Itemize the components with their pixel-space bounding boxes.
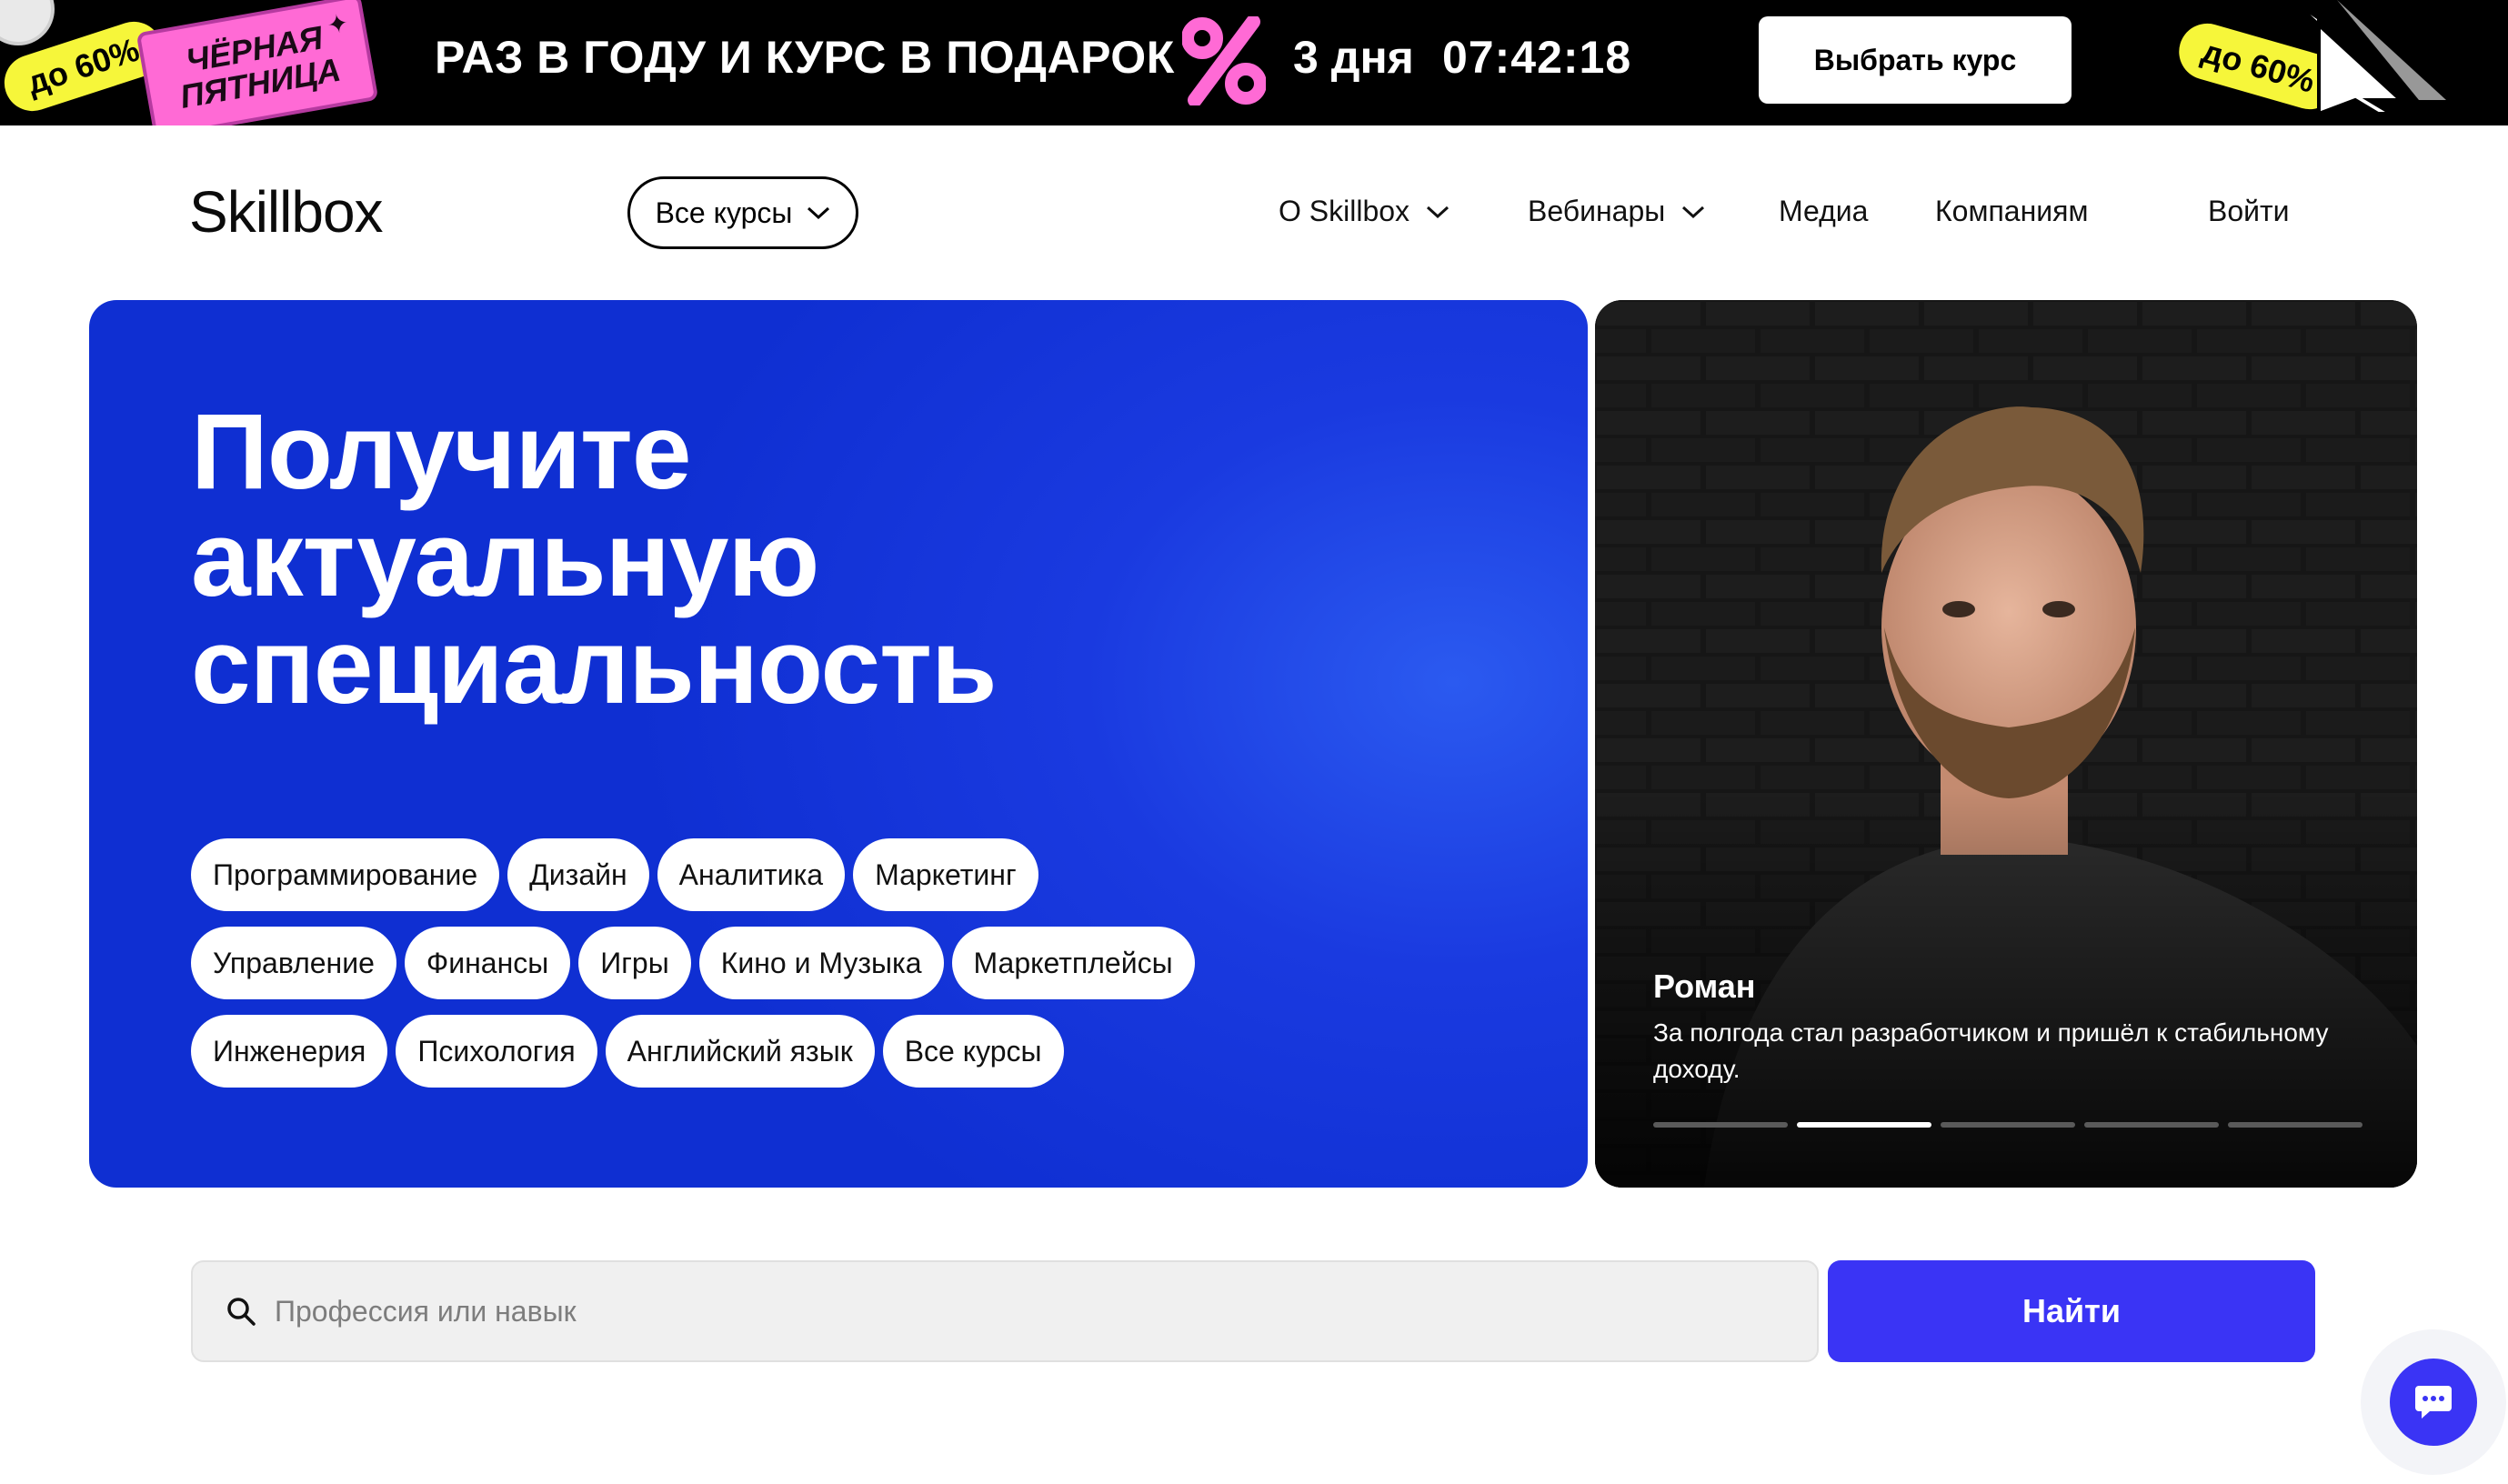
chip-row: Инженерия Психология Английский язык Все… bbox=[191, 1015, 1282, 1088]
chip-film-music[interactable]: Кино и Музыка bbox=[698, 927, 944, 999]
story-progress bbox=[1653, 1122, 2363, 1128]
site-header: Skillbox Все курсы О Skillbox Вебинары М… bbox=[0, 125, 2508, 298]
chip-games[interactable]: Игры bbox=[578, 927, 691, 999]
story-progress-segment-active[interactable] bbox=[1797, 1122, 1931, 1128]
chip-analytics[interactable]: Аналитика bbox=[657, 838, 846, 911]
student-name: Роман bbox=[1653, 968, 1756, 1005]
chip-english[interactable]: Английский язык bbox=[605, 1015, 875, 1088]
nav-media[interactable]: Медиа bbox=[1779, 195, 1868, 228]
category-chips: Программирование Дизайн Аналитика Маркет… bbox=[191, 838, 1282, 1103]
nav-webinars[interactable]: Вебинары bbox=[1528, 195, 1705, 228]
skillbox-logo[interactable]: Skillbox bbox=[189, 178, 384, 246]
percent-icon bbox=[1182, 16, 1266, 105]
decorative-lens-icon bbox=[0, 0, 55, 45]
chip-psychology[interactable]: Психология bbox=[396, 1015, 597, 1088]
story-progress-segment[interactable] bbox=[2084, 1122, 2219, 1128]
hero-title: Получите актуальную специальность bbox=[191, 392, 997, 727]
chevron-down-icon bbox=[1427, 206, 1450, 218]
promo-timer: 07:42:18 bbox=[1442, 32, 1632, 83]
story-progress-segment[interactable] bbox=[1653, 1122, 1788, 1128]
nav-companies[interactable]: Компаниям bbox=[1935, 195, 2088, 228]
student-quote: За полгода стал разработчиком и пришёл к… bbox=[1653, 1018, 2329, 1083]
hero-title-line3: специальность bbox=[191, 607, 997, 727]
chat-bubble-icon bbox=[2415, 1386, 2452, 1419]
chip-all-courses[interactable]: Все курсы bbox=[882, 1015, 1064, 1088]
chip-finance[interactable]: Финансы bbox=[404, 927, 571, 999]
course-search-bar bbox=[191, 1260, 1819, 1362]
chip-design[interactable]: Дизайн bbox=[507, 838, 649, 911]
chip-marketing[interactable]: Маркетинг bbox=[853, 838, 1038, 911]
hero-banner: Получите актуальную специальность Програ… bbox=[89, 300, 1588, 1188]
story-progress-segment[interactable] bbox=[2228, 1122, 2363, 1128]
nav-about[interactable]: О Skillbox bbox=[1279, 195, 1450, 228]
promo-headline: РАЗ В ГОДУ И КУРС В ПОДАРОК bbox=[435, 32, 1175, 83]
hero-title-line2: актуальную bbox=[191, 499, 819, 619]
pixel-cursor-icon bbox=[2290, 0, 2446, 114]
story-progress-segment[interactable] bbox=[1941, 1122, 2075, 1128]
choose-course-button[interactable]: Выбрать курс bbox=[1759, 16, 2072, 104]
chip-engineering[interactable]: Инженерия bbox=[191, 1015, 388, 1088]
search-icon bbox=[227, 1298, 256, 1326]
search-button[interactable]: Найти bbox=[1828, 1260, 2315, 1362]
chip-row: Управление Финансы Игры Кино и Музыка Ма… bbox=[191, 927, 1282, 999]
login-link[interactable]: Войти bbox=[2208, 195, 2290, 228]
student-story-card[interactable]: Роман За полгода стал разработчиком и пр… bbox=[1595, 300, 2417, 1188]
sparkle-icon: ✦ bbox=[325, 8, 351, 40]
chevron-down-icon bbox=[1682, 206, 1705, 218]
black-friday-sticker: Чёрная пятница ✦ bbox=[135, 0, 379, 125]
chip-programming[interactable]: Программирование bbox=[191, 838, 500, 911]
chip-management[interactable]: Управление bbox=[191, 927, 396, 999]
chip-row: Программирование Дизайн Аналитика Маркет… bbox=[191, 838, 1282, 911]
promo-banner[interactable]: до 60% Чёрная пятница ✦ РАЗ В ГОДУ И КУР… bbox=[0, 0, 2508, 125]
nav-about-label: О Skillbox bbox=[1279, 195, 1410, 227]
promo-days: 3 дня bbox=[1293, 32, 1414, 83]
chevron-down-icon bbox=[808, 206, 830, 220]
all-courses-button[interactable]: Все курсы bbox=[627, 176, 858, 249]
nav-webinars-label: Вебинары bbox=[1528, 195, 1666, 227]
chip-marketplaces[interactable]: Маркетплейсы bbox=[951, 927, 1195, 999]
chat-button[interactable] bbox=[2390, 1359, 2477, 1446]
search-input[interactable] bbox=[275, 1275, 1784, 1348]
all-courses-label: Все курсы bbox=[655, 196, 793, 229]
hero-title-line1: Получите bbox=[191, 392, 691, 512]
